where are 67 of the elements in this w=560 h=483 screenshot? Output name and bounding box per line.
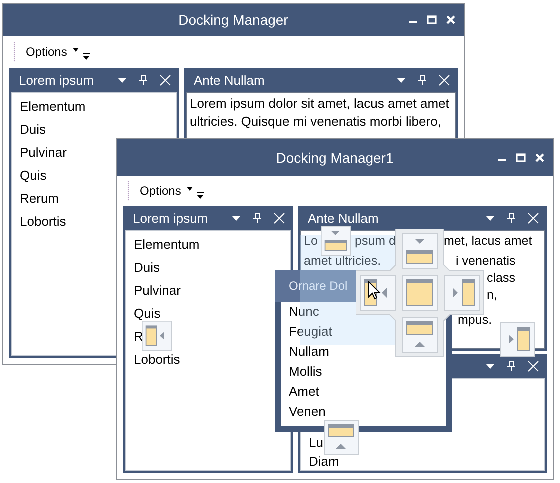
close-icon[interactable] <box>439 74 450 86</box>
text-fragment: amet ultricies. <box>304 254 382 269</box>
list-item[interactable]: Rerum <box>20 191 60 206</box>
dropdown-icon[interactable] <box>486 364 495 368</box>
options-menu[interactable]: Options <box>140 184 182 198</box>
list-item[interactable]: Lobortis <box>20 214 66 229</box>
options-menu[interactable]: Options <box>26 45 68 59</box>
list-item[interactable]: Elementum <box>134 237 200 252</box>
list-item[interactable]: Mollis <box>289 364 322 380</box>
list-item[interactable]: Lobortis <box>134 352 180 367</box>
close-icon[interactable] <box>528 360 539 372</box>
dock-guide-icon[interactable] <box>324 420 359 455</box>
window-title: Docking Manager <box>178 12 288 28</box>
close-icon[interactable] <box>446 15 456 25</box>
text-fragment: met, lacus amet <box>444 234 532 249</box>
list-item[interactable]: Lu <box>309 435 324 450</box>
list-item[interactable]: Feugiat <box>289 324 332 340</box>
paragraph: Lorem ipsum dolor sit amet, lacus amet amet ultricies. Quisque mi venenatis morbi libero, <box>190 95 450 131</box>
maximize-icon[interactable] <box>427 15 437 25</box>
list-item[interactable]: Venen <box>289 404 326 420</box>
list-item[interactable]: R <box>134 329 144 344</box>
pin-icon[interactable] <box>418 75 427 85</box>
dropdown-icon[interactable] <box>397 78 406 82</box>
list-item[interactable]: Pulvinar <box>20 145 67 160</box>
overflow-icon[interactable] <box>83 52 90 60</box>
dropdown-icon[interactable] <box>486 216 495 220</box>
caret-icon[interactable] <box>187 187 194 191</box>
pane-title: Lorem ipsum <box>19 72 94 88</box>
grip-icon[interactable] <box>13 42 16 62</box>
dropdown-icon[interactable] <box>232 216 241 220</box>
dropdown-icon[interactable] <box>118 78 127 82</box>
close-icon[interactable] <box>528 212 539 224</box>
close-icon[interactable] <box>160 74 171 86</box>
pane-title: Ante Nullam <box>308 210 379 226</box>
window-title: Docking Manager1 <box>276 150 394 166</box>
dock-guide-icon[interactable] <box>142 321 172 351</box>
pane-title: Ante Nullam <box>194 72 265 88</box>
list-item[interactable]: Nunc <box>289 304 320 320</box>
text-fragment: psum d <box>355 234 396 249</box>
list-item[interactable]: Duis <box>20 122 46 137</box>
pin-icon[interactable] <box>139 75 148 85</box>
overflow-icon[interactable] <box>197 192 204 198</box>
text-fragment: class <box>487 271 516 286</box>
list-item[interactable]: Amet <box>289 384 320 400</box>
close-icon[interactable] <box>274 212 285 224</box>
grip-icon[interactable] <box>127 181 130 201</box>
list-item[interactable]: Quis <box>134 306 161 321</box>
pin-icon[interactable] <box>253 213 262 223</box>
caret-icon[interactable] <box>73 48 80 52</box>
text-fragment: mpus. <box>458 313 492 328</box>
list-item[interactable]: Diam <box>309 454 340 469</box>
pin-icon[interactable] <box>507 213 516 223</box>
text-fragment: n, <box>487 288 498 303</box>
text-fragment: i venenatis <box>456 254 516 269</box>
pane-title: Lorem ipsum <box>133 210 208 226</box>
list-item[interactable]: Pulvinar <box>134 283 181 298</box>
list-item[interactable]: Duis <box>134 260 160 275</box>
cursor-icon <box>368 281 381 300</box>
list-item[interactable]: Quis <box>20 168 47 183</box>
pane-title: Ornare Dol <box>289 279 348 293</box>
maximize-icon[interactable] <box>516 152 526 162</box>
close-icon[interactable] <box>535 152 545 162</box>
dock-guide-icon[interactable] <box>321 226 351 256</box>
text-fragment: Lo <box>304 234 318 249</box>
pin-icon[interactable] <box>507 361 516 371</box>
list-item[interactable]: Nullam <box>289 344 330 360</box>
list-item[interactable]: Elementum <box>20 99 86 114</box>
